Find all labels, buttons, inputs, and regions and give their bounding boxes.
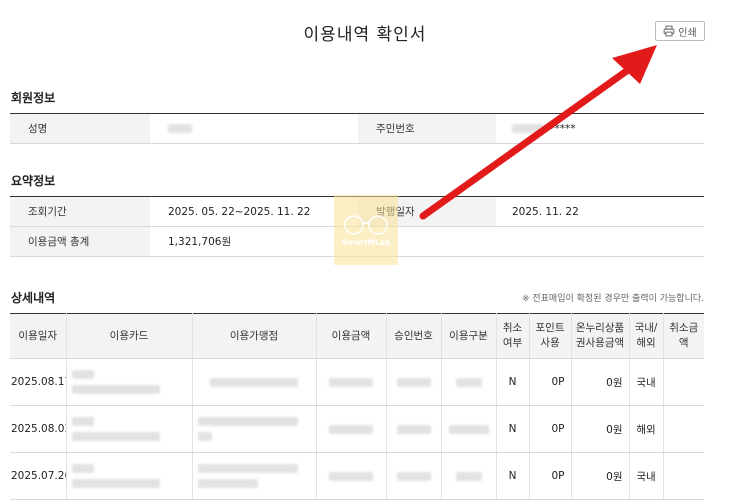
row-card: [66, 405, 193, 453]
printer-icon: [663, 25, 675, 37]
col-cancel: 취소 여부: [496, 313, 530, 359]
col-merchant: 이용가맹점: [192, 313, 317, 359]
row-type: [441, 452, 497, 500]
row-card: [66, 358, 193, 406]
member-info-table: 성명 주민번호 ******: [10, 113, 704, 144]
row-amount: [316, 405, 387, 453]
row-cancel-amount: [663, 452, 704, 500]
period-label: 조회기간: [10, 196, 150, 227]
page-title: 이용내역 확인서: [303, 25, 427, 45]
print-button[interactable]: 인쇄: [655, 21, 705, 41]
row-cancel-amount: [663, 358, 704, 406]
total-label: 이용금액 총계: [10, 226, 150, 257]
row-merchant: [192, 452, 317, 500]
row-region: 국내: [629, 358, 664, 406]
watermark-text: SmartMLab: [341, 237, 391, 247]
col-card: 이용카드: [66, 313, 193, 359]
member-section-title: 회원정보: [11, 91, 56, 105]
table-row: 2025.08.17 N 0P 0원 국내: [10, 358, 704, 406]
name-value: [150, 113, 358, 144]
glasses-icon: [344, 214, 388, 235]
row-approval: [386, 452, 442, 500]
detail-note: ※ 전표매입이 확정된 경우만 출력이 가능합니다.: [521, 294, 704, 304]
row-approval: [386, 358, 442, 406]
row-card: [66, 452, 193, 500]
empty-cell: [358, 226, 704, 257]
row-date: 2025.08.17: [10, 358, 67, 406]
row-cancel: N: [496, 452, 530, 500]
row-approval: [386, 405, 442, 453]
table-row: 2025.08.03 N 0P 0원 해외: [10, 405, 704, 453]
row-onnuri: 0원: [571, 358, 630, 406]
issue-date-value: 2025. 11. 22: [496, 196, 704, 227]
row-region: 해외: [629, 405, 664, 453]
row-points: 0P: [529, 358, 572, 406]
print-label: 인쇄: [678, 27, 697, 39]
col-type: 이용구분: [441, 313, 497, 359]
detail-table: 이용일자 이용카드 이용가맹점 이용금액 승인번호 이용구분 취소 여부 포인트 사…: [10, 313, 704, 500]
row-date: 2025.07.26: [10, 452, 67, 500]
row-cancel: N: [496, 358, 530, 406]
id-value: ******: [496, 113, 704, 144]
row-amount: [316, 358, 387, 406]
col-date: 이용일자: [10, 313, 67, 359]
row-merchant: [192, 358, 317, 406]
row-points: 0P: [529, 405, 572, 453]
row-onnuri: 0원: [571, 405, 630, 453]
total-value: 1,321,706원: [150, 226, 358, 257]
row-region: 국내: [629, 452, 664, 500]
watermark: SmartMLab: [334, 195, 398, 265]
col-region: 국내/해외: [629, 313, 664, 359]
row-date: 2025.08.03: [10, 405, 67, 453]
row-amount: [316, 452, 387, 500]
summary-section-title: 요약정보: [11, 174, 56, 188]
detail-section-title: 상세내역: [11, 291, 56, 305]
col-points: 포인트 사용: [529, 313, 572, 359]
id-value-masked: ******: [544, 122, 576, 135]
col-onnuri: 온누리상품 권사용금액: [571, 313, 630, 359]
row-type: [441, 358, 497, 406]
col-approval: 승인번호: [386, 313, 442, 359]
id-label: 주민번호: [358, 113, 496, 144]
row-cancel-amount: [663, 405, 704, 453]
period-value: 2025. 05. 22~2025. 11. 22: [150, 196, 358, 227]
row-merchant: [192, 405, 317, 453]
row-onnuri: 0원: [571, 452, 630, 500]
row-cancel: N: [496, 405, 530, 453]
detail-header-row: 이용일자 이용카드 이용가맹점 이용금액 승인번호 이용구분 취소 여부 포인트 사…: [10, 313, 704, 359]
row-points: 0P: [529, 452, 572, 500]
col-amount: 이용금액: [316, 313, 387, 359]
row-type: [441, 405, 497, 453]
name-label: 성명: [10, 113, 150, 144]
table-row: 2025.07.26 N 0P 0원 국내: [10, 452, 704, 500]
col-cancel-amount: 취소금액: [663, 313, 704, 359]
